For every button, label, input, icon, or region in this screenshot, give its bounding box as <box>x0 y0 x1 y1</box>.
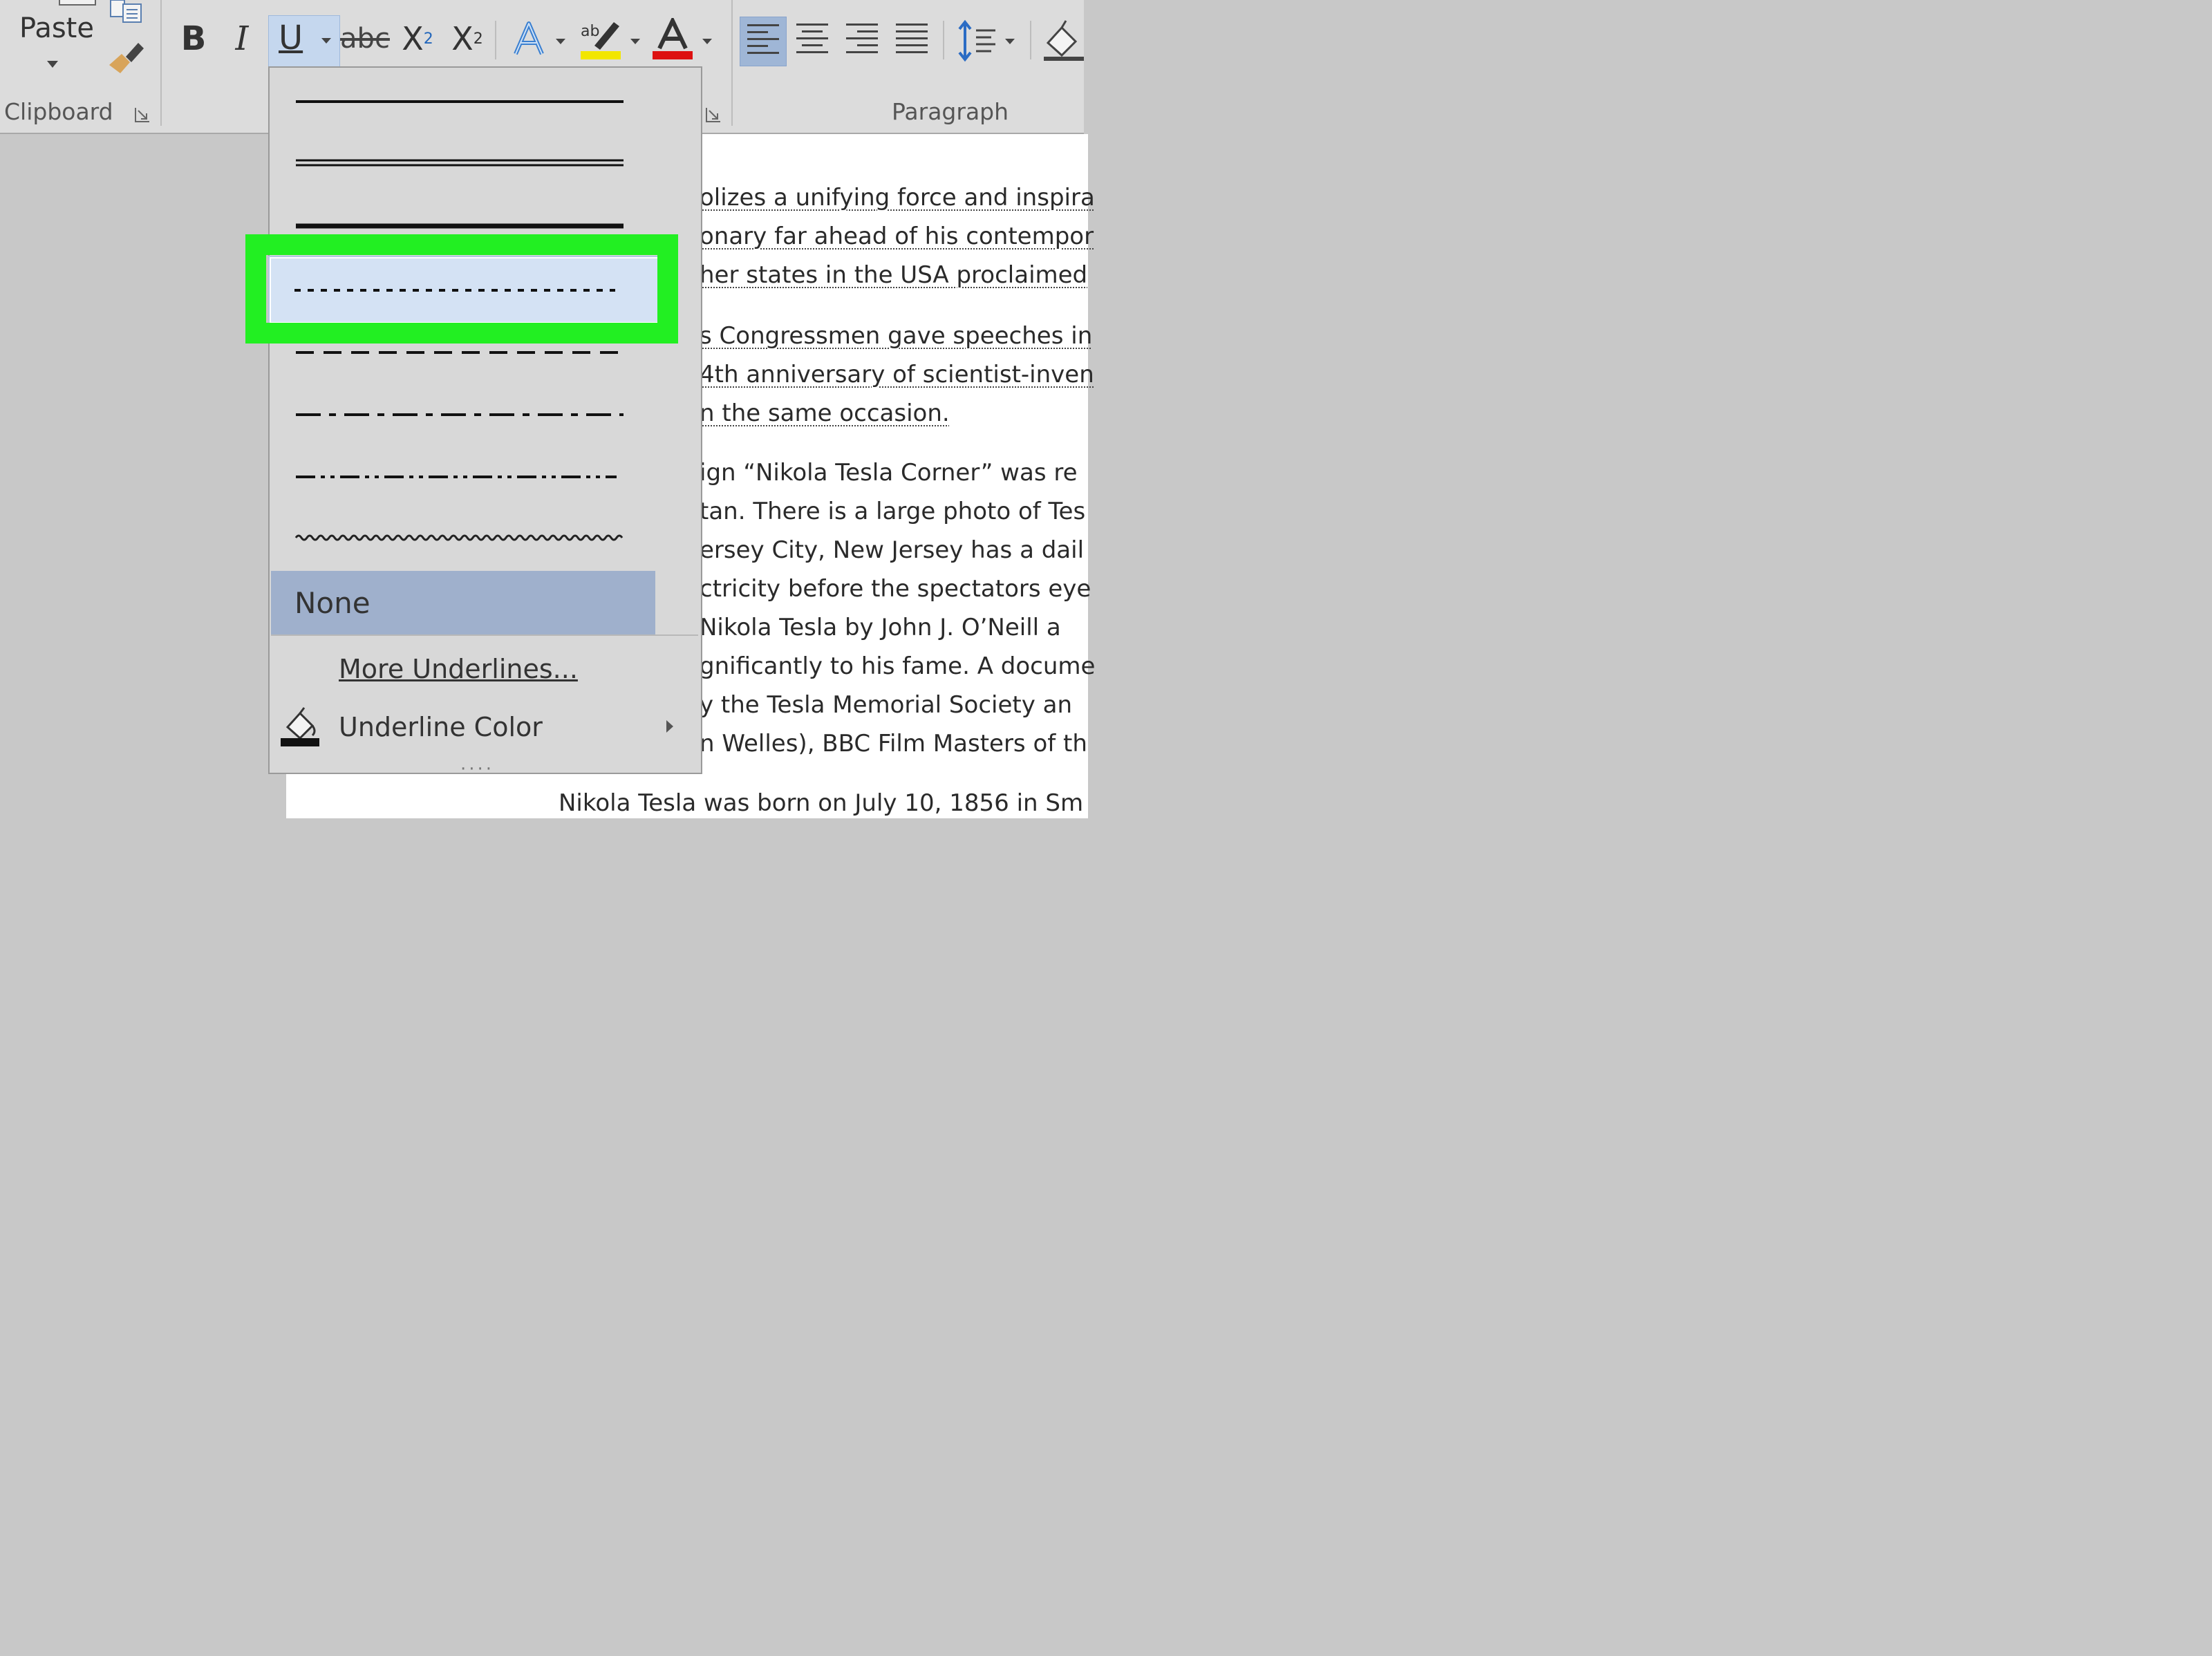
document-line[interactable]: Nikola Tesla by John J. O’Neill a <box>700 614 1061 641</box>
more-underlines-label: More Underlines... <box>339 654 578 684</box>
document-line[interactable]: y the Tesla Memorial Society an <box>700 691 1072 719</box>
underline-dropdown-arrow-icon[interactable] <box>321 38 331 44</box>
underline-option-dot-dot-dash[interactable] <box>271 445 658 505</box>
dot-dot-dash-underline-icon <box>296 476 617 478</box>
none-label: None <box>294 586 371 620</box>
document-line[interactable]: gnificantly to his fame. A docume <box>700 652 1095 680</box>
subscript-icon-base: X <box>402 20 424 57</box>
shading-icon[interactable] <box>1044 18 1084 62</box>
clipboard-group-label: Clipboard <box>4 98 113 125</box>
document-line[interactable]: Nikola Tesla was born on July 10, 1856 i… <box>559 789 1083 817</box>
copy-icon[interactable] <box>109 0 144 23</box>
dot-dash-underline-icon <box>296 413 624 416</box>
paint-bucket-icon <box>281 707 319 746</box>
format-painter-icon[interactable] <box>105 37 148 76</box>
resize-grip-icon[interactable]: ···· <box>460 759 494 780</box>
underline-option-dot-dash[interactable] <box>271 383 658 442</box>
underline-color-item[interactable]: Underline Color <box>339 712 543 742</box>
ribbon-separator <box>943 21 944 59</box>
document-line[interactable]: 4th anniversary of scientist-inven <box>700 361 1094 388</box>
align-right-button[interactable] <box>839 17 885 65</box>
line-spacing-icon[interactable] <box>957 19 998 62</box>
highlight-annotation-box <box>245 234 678 344</box>
underline-option-wavy[interactable] <box>271 507 658 567</box>
double-underline-icon <box>296 159 624 167</box>
document-line[interactable]: ersey City, New Jersey has a dail <box>700 536 1084 564</box>
paste-icon[interactable] <box>59 0 96 6</box>
highlight-dropdown-arrow-icon[interactable] <box>630 39 640 44</box>
document-line[interactable]: her states in the USA proclaimed <box>700 261 1087 289</box>
ribbon-separator <box>160 0 162 126</box>
superscript-icon-mark: 2 <box>473 30 483 48</box>
menu-separator <box>271 634 698 636</box>
paragraph-group-label: Paragraph <box>892 98 1009 125</box>
align-right-icon <box>846 23 878 58</box>
svg-text:ab: ab <box>581 23 599 40</box>
bold-button[interactable]: B <box>178 17 209 61</box>
text-effects-icon[interactable] <box>512 19 546 58</box>
underline-option-single[interactable] <box>271 68 658 127</box>
clipboard-dialog-launcher-icon[interactable] <box>134 106 151 123</box>
underline-button[interactable]: U <box>268 15 340 68</box>
font-dialog-launcher-icon[interactable] <box>705 106 722 123</box>
underline-color-label: Underline Color <box>339 712 543 742</box>
underline-option-none[interactable]: None <box>271 571 655 634</box>
document-line[interactable]: olizes a unifying force and inspira <box>700 184 1095 211</box>
align-left-button[interactable] <box>740 17 787 66</box>
align-center-icon <box>796 23 828 58</box>
text-effects-dropdown-arrow-icon[interactable] <box>556 39 565 44</box>
subscript-button[interactable]: X2 <box>400 17 435 61</box>
align-left-icon <box>747 24 779 59</box>
superscript-button[interactable]: X2 <box>449 17 485 61</box>
document-line[interactable]: n Welles), BBC Film Masters of th <box>700 730 1087 758</box>
ribbon-separator <box>1030 21 1031 59</box>
ribbon-separator <box>495 21 496 59</box>
strikethrough-button[interactable]: abc <box>340 17 390 61</box>
submenu-arrow-icon[interactable] <box>666 720 673 733</box>
paste-button[interactable]: Paste <box>19 12 94 44</box>
italic-button[interactable]: I <box>228 17 256 61</box>
align-center-button[interactable] <box>789 17 835 65</box>
font-color-icon[interactable] <box>651 18 695 61</box>
document-line[interactable]: tan. There is a large photo of Tes <box>700 498 1085 525</box>
justify-button[interactable] <box>889 17 935 65</box>
document-line[interactable]: ctricity before the spectators eye <box>700 575 1091 603</box>
underline-icon: U <box>279 19 303 57</box>
subscript-icon-mark: 2 <box>423 30 433 48</box>
document-line[interactable]: ign “Nikola Tesla Corner” was re <box>700 459 1078 487</box>
font-color-dropdown-arrow-icon[interactable] <box>702 39 712 44</box>
underline-dropdown-menu: None More Underlines... Underline Color … <box>268 66 702 780</box>
wavy-underline-icon <box>294 534 624 541</box>
superscript-icon-base: X <box>451 20 474 57</box>
line-spacing-dropdown-arrow-icon[interactable] <box>1005 39 1015 44</box>
document-line[interactable]: s Congressmen gave speeches in <box>700 322 1092 350</box>
more-underlines-item[interactable]: More Underlines... <box>339 654 578 684</box>
single-underline-icon <box>296 100 624 103</box>
highlight-icon[interactable]: ab <box>579 18 624 61</box>
paste-dropdown-arrow-icon[interactable] <box>47 61 58 68</box>
document-line[interactable]: n the same occasion. <box>700 399 950 427</box>
justify-icon <box>896 23 928 58</box>
document-line[interactable]: onary far ahead of his contempor <box>700 223 1094 250</box>
font-color-swatch <box>653 51 693 59</box>
highlight-color-swatch <box>581 51 621 59</box>
underline-option-double[interactable] <box>271 131 658 191</box>
ribbon-separator <box>731 0 733 126</box>
